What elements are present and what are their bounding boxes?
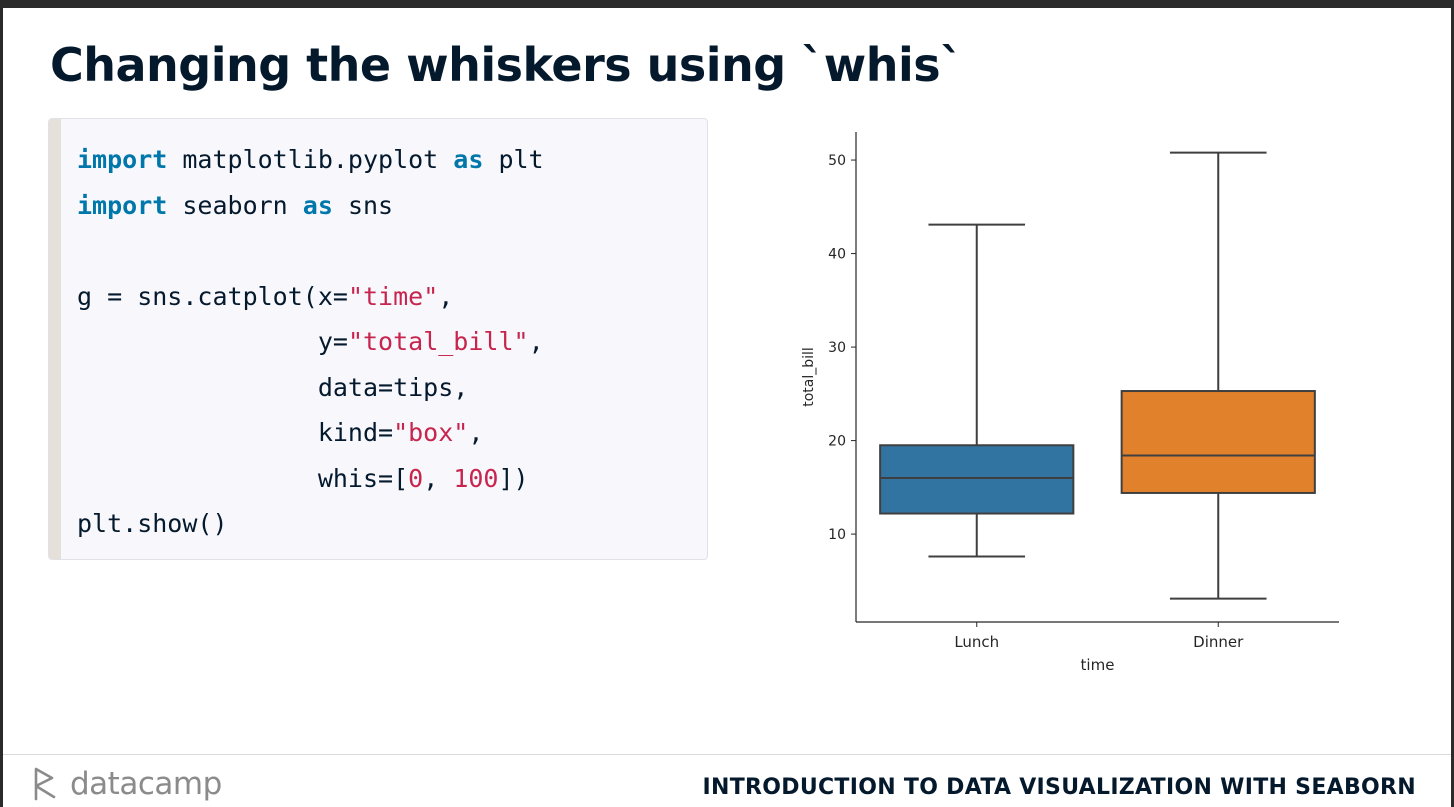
y-tick-label: 20 xyxy=(828,434,846,450)
x-tick-label: Dinner xyxy=(1193,633,1244,651)
code-token: data=tips, xyxy=(77,372,469,402)
code-line: import matplotlib.pyplot as plt xyxy=(77,145,544,174)
y-tick-label: 30 xyxy=(828,340,846,356)
code-line: y="total_bill", xyxy=(77,327,544,356)
code-line: whis=[0, 100]) xyxy=(77,464,529,493)
window-top-border xyxy=(0,0,1454,8)
box-lunch xyxy=(879,444,1075,515)
code-token: plt xyxy=(483,145,544,174)
code-line: g = sns.catplot(x="time", xyxy=(77,282,453,311)
code-token: kind= xyxy=(77,418,394,447)
code-literal: "time" xyxy=(347,281,439,311)
code-keyword: import xyxy=(77,190,168,220)
y-tick-label: 10 xyxy=(828,527,846,543)
x-tick-label: Lunch xyxy=(954,633,999,651)
datacamp-logo: datacamp xyxy=(32,766,222,802)
code-token: , xyxy=(528,327,544,356)
footer-divider xyxy=(3,754,1451,755)
code-line: plt.show() xyxy=(77,509,228,538)
code-literal: "box" xyxy=(393,418,469,447)
code-keyword: as xyxy=(453,145,484,174)
code-token: ]) xyxy=(498,463,529,493)
code-token: sns xyxy=(332,190,394,220)
code-token: g = sns.catplot(x= xyxy=(77,281,348,311)
box-dinner xyxy=(1120,390,1316,494)
x-axis-label: time xyxy=(1081,656,1115,674)
code-text: import matplotlib.pyplot as plt import s… xyxy=(77,137,544,547)
code-token: , xyxy=(423,463,454,493)
code-line: import seaborn as sns xyxy=(77,191,393,220)
code-literal: 100 xyxy=(453,463,499,493)
slide-title: Changing the whiskers using `whis` xyxy=(50,38,963,92)
y-axis-label: total_bill xyxy=(801,347,817,407)
code-block: import matplotlib.pyplot as plt import s… xyxy=(48,118,708,560)
datacamp-logo-icon xyxy=(34,767,56,801)
logo-wordmark: datacamp xyxy=(70,766,222,802)
code-token: y= xyxy=(77,327,348,356)
code-token: whis=[ xyxy=(77,463,409,493)
code-literal: "total_bill" xyxy=(347,327,529,356)
code-token: matplotlib.pyplot xyxy=(167,145,454,174)
y-tick-label: 40 xyxy=(828,247,846,263)
code-token: , xyxy=(468,418,484,447)
code-block-accent-bar xyxy=(49,119,61,559)
code-keyword: import xyxy=(77,145,168,174)
window-left-border xyxy=(0,0,3,807)
code-literal: 0 xyxy=(408,463,424,493)
y-tick-label: 50 xyxy=(828,153,846,169)
code-token: , xyxy=(438,281,454,311)
boxplot-chart: 10 20 30 40 50 Lunch Dinner time total_bill xyxy=(801,132,1339,674)
code-token: plt.show() xyxy=(77,509,228,538)
code-line: data=tips, xyxy=(77,372,469,402)
code-keyword: as xyxy=(302,190,333,220)
code-token: seaborn xyxy=(167,190,303,220)
course-title: INTRODUCTION TO DATA VISUALIZATION WITH … xyxy=(702,775,1416,800)
code-line: kind="box", xyxy=(77,418,484,447)
